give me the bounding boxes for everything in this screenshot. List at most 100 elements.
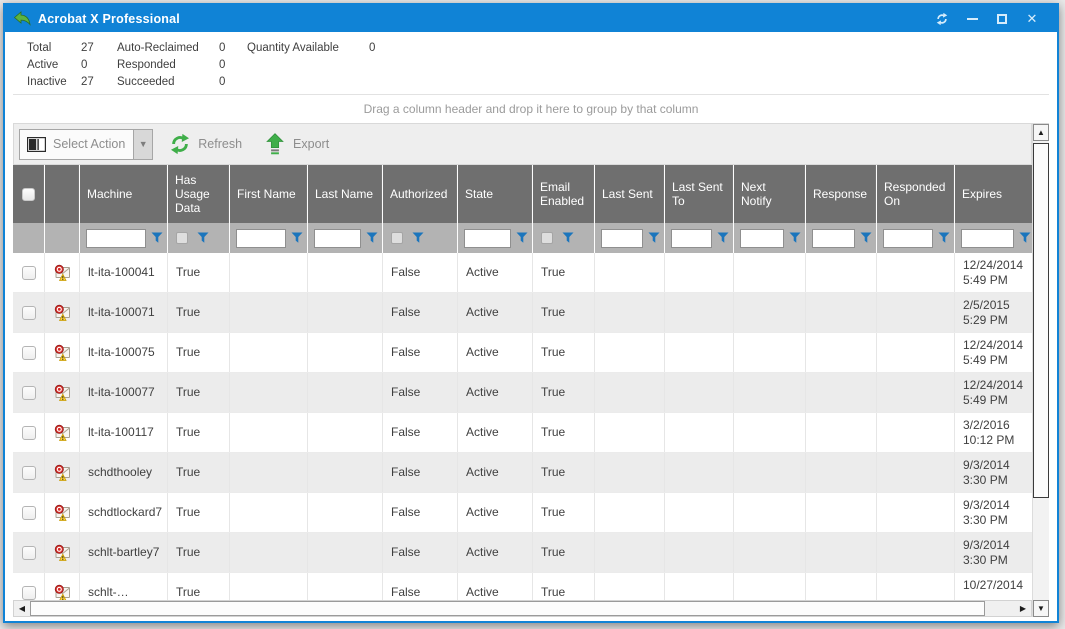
column-header-email-enabled[interactable]: Email Enabled [533, 165, 595, 223]
last-sent-filter-input[interactable] [601, 229, 643, 248]
group-by-drop-zone[interactable]: Drag a column header and drop it here to… [13, 94, 1049, 123]
filter-funnel-icon[interactable] [789, 232, 801, 244]
column-header-authorized[interactable]: Authorized [383, 165, 458, 223]
icon-column-header[interactable] [45, 165, 80, 223]
column-header-last-sent[interactable]: Last Sent [595, 165, 665, 223]
column-header-expires[interactable]: Expires [955, 165, 1032, 223]
column-header-last-sent-to[interactable]: Last Sent To [665, 165, 734, 223]
column-header-machine[interactable]: Machine [80, 165, 168, 223]
filter-funnel-icon[interactable] [860, 232, 872, 244]
table-row[interactable]: lt-ita-100041 True False Active True 12/… [13, 253, 1032, 293]
column-header-first-name[interactable]: First Name [230, 165, 308, 223]
first-name-filter-input[interactable] [236, 229, 286, 248]
filter-funnel-icon[interactable] [291, 232, 303, 244]
column-header-state[interactable]: State [458, 165, 533, 223]
refresh-button[interactable]: Refresh [169, 133, 242, 155]
filter-funnel-icon[interactable] [366, 232, 378, 244]
maximize-button[interactable] [987, 8, 1017, 30]
filter-funnel-icon[interactable] [516, 232, 528, 244]
horizontal-scrollbar[interactable]: ◀ ▶ [13, 600, 1032, 617]
table-row[interactable]: schdthooley True False Active True 9/3/2… [13, 453, 1032, 493]
minimize-button[interactable] [957, 8, 987, 30]
scroll-up-arrow-icon[interactable]: ▲ [1033, 124, 1049, 141]
cell-has-usage-data: True [168, 413, 230, 452]
table-row[interactable]: lt-ita-100071 True False Active True 2/5… [13, 293, 1032, 333]
row-checkbox[interactable] [22, 306, 36, 320]
scroll-down-arrow-icon[interactable]: ▼ [1033, 600, 1049, 617]
stat-value: 27 [81, 76, 117, 88]
table-row[interactable]: lt-ita-100077 True False Active True 12/… [13, 373, 1032, 413]
cell-has-usage-data: True [168, 533, 230, 572]
scroll-left-arrow-icon[interactable]: ◀ [14, 601, 30, 616]
response-filter-input[interactable] [812, 229, 855, 248]
column-header-next-notify[interactable]: Next Notify [734, 165, 806, 223]
filter-funnel-icon[interactable] [562, 232, 574, 244]
column-header-responded-on[interactable]: Responded On [877, 165, 955, 223]
cell-has-usage-data: True [168, 453, 230, 492]
select-all-cell [13, 165, 45, 223]
row-select-cell [13, 413, 45, 452]
titlebar[interactable]: Acrobat X Professional ✕ [5, 5, 1057, 32]
row-checkbox[interactable] [22, 426, 36, 440]
row-checkbox[interactable] [22, 466, 36, 480]
filter-cell-icon [45, 223, 80, 253]
row-checkbox[interactable] [22, 586, 36, 600]
authorized-filter-checkbox[interactable] [391, 232, 403, 244]
select-all-checkbox[interactable] [22, 188, 35, 201]
cell-email-enabled: True [533, 293, 595, 332]
vertical-scrollbar[interactable]: ▲ ▼ [1032, 124, 1049, 617]
has-usage-data-filter-checkbox[interactable] [176, 232, 188, 244]
filter-funnel-icon[interactable] [151, 232, 163, 244]
cell-last-sent [595, 413, 665, 452]
filter-funnel-icon[interactable] [197, 232, 209, 244]
filter-funnel-icon[interactable] [1019, 232, 1031, 244]
row-checkbox[interactable] [22, 386, 36, 400]
export-button[interactable]: Export [264, 133, 329, 155]
scroll-right-arrow-icon[interactable]: ▶ [1015, 601, 1031, 616]
filter-cell-authorized [383, 223, 458, 253]
grid-rows: lt-ita-100041 True False Active True 12/… [13, 253, 1032, 600]
filter-funnel-icon[interactable] [717, 232, 729, 244]
cell-machine: schdtlockard7 [80, 493, 168, 532]
responded-on-filter-input[interactable] [883, 229, 933, 248]
close-button[interactable]: ✕ [1017, 8, 1047, 30]
select-action-dropdown[interactable]: Select Action ▼ [19, 129, 153, 160]
email-enabled-filter-checkbox[interactable] [541, 232, 553, 244]
table-row[interactable]: lt-ita-100075 True False Active True 12/… [13, 333, 1032, 373]
horizontal-scroll-thumb[interactable] [30, 601, 985, 616]
table-row[interactable]: lt-ita-100117 True False Active True 3/2… [13, 413, 1032, 453]
column-header-has-usage-data[interactable]: Has Usage Data [168, 165, 230, 223]
vertical-scroll-thumb[interactable] [1033, 143, 1049, 498]
state-filter-input[interactable] [464, 229, 511, 248]
table-row[interactable]: schlt-… True False Active True 10/27/201… [13, 573, 1032, 600]
table-row[interactable]: schlt-bartley7 True False Active True 9/… [13, 533, 1032, 573]
row-checkbox[interactable] [22, 346, 36, 360]
window-refresh-button[interactable] [927, 8, 957, 30]
cell-responded-on [877, 573, 955, 600]
column-header-response[interactable]: Response [806, 165, 877, 223]
filter-funnel-icon[interactable] [938, 232, 950, 244]
cell-response [806, 253, 877, 292]
row-select-cell [13, 253, 45, 292]
row-checkbox[interactable] [22, 266, 36, 280]
filter-funnel-icon[interactable] [412, 232, 424, 244]
filter-cell-has-usage-data [168, 223, 230, 253]
last-sent-to-filter-input[interactable] [671, 229, 712, 248]
chevron-down-icon[interactable]: ▼ [133, 130, 152, 159]
row-checkbox[interactable] [22, 506, 36, 520]
stat-label: Quantity Available [247, 42, 369, 54]
filter-funnel-icon[interactable] [648, 232, 660, 244]
column-header-last-name[interactable]: Last Name [308, 165, 383, 223]
cell-machine: lt-ita-100071 [80, 293, 168, 332]
table-row[interactable]: schdtlockard7 True False Active True 9/3… [13, 493, 1032, 533]
last-name-filter-input[interactable] [314, 229, 361, 248]
filter-cell-state [458, 223, 533, 253]
cell-email-enabled: True [533, 413, 595, 452]
cell-first-name [230, 493, 308, 532]
expires-filter-input[interactable] [961, 229, 1014, 248]
row-checkbox[interactable] [22, 546, 36, 560]
next-notify-filter-input[interactable] [740, 229, 784, 248]
cell-first-name [230, 413, 308, 452]
machine-filter-input[interactable] [86, 229, 146, 248]
cell-has-usage-data: True [168, 333, 230, 372]
